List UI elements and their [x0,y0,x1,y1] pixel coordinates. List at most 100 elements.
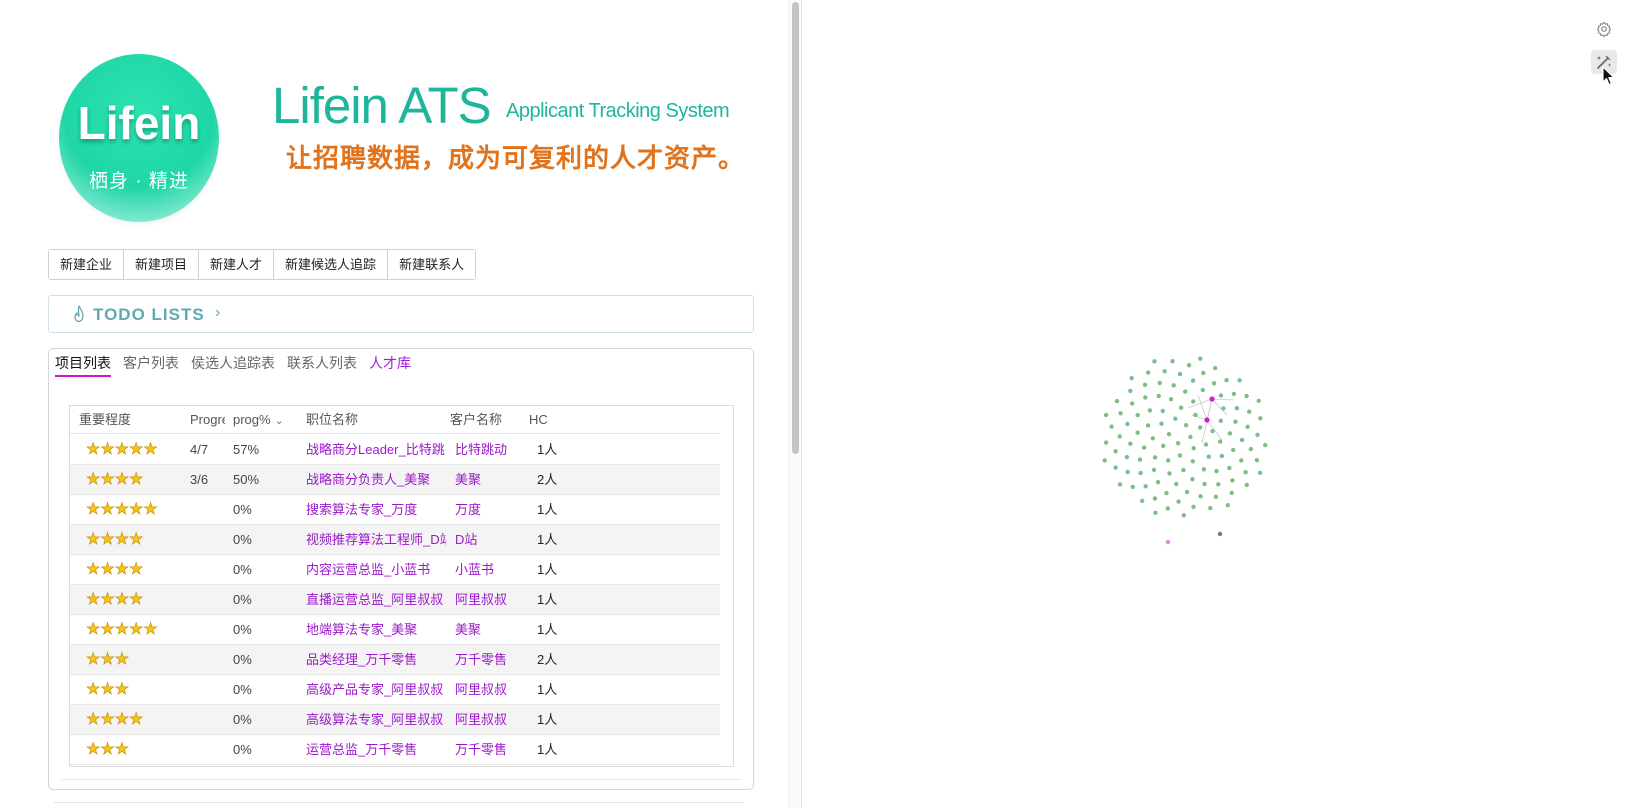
client-name-link[interactable]: 阿里叔叔 [455,585,527,614]
header-prog-pct[interactable]: prog% ⌄ [233,406,303,433]
graph-node[interactable] [1219,453,1225,459]
graph-node[interactable] [1151,467,1157,473]
graph-node[interactable] [1231,391,1237,397]
graph-node[interactable] [1243,470,1248,475]
graph-node[interactable] [1152,455,1158,460]
graph-node[interactable] [1142,382,1148,387]
graph-node[interactable] [1256,398,1261,403]
graph-node[interactable] [1193,412,1198,418]
graph-node[interactable] [1201,467,1207,472]
job-title-link[interactable]: 内容运营总监_小蓝书 [306,555,446,584]
graph-node[interactable] [1254,458,1260,463]
graph-node[interactable] [1213,494,1219,499]
graph-node[interactable] [1200,387,1205,393]
table-row[interactable]: ★★★★ 0% 视频推荐算法工程师_D站 D站 1人 [70,525,720,555]
graph-node[interactable] [1181,513,1186,518]
graph-node[interactable] [1167,471,1172,476]
client-name-link[interactable]: 比特跳动 [455,435,527,464]
header-progress[interactable]: Progre [190,406,225,433]
job-title-link[interactable]: 运营总监_万千零售 [306,735,446,764]
graph-node[interactable] [1170,359,1175,364]
table-row[interactable]: ★★★★ 0% 内容运营总监_小蓝书 小蓝书 1人 [70,555,720,585]
graph-node[interactable] [1225,503,1230,508]
graph-node[interactable] [1166,432,1172,437]
graph-node[interactable] [1118,411,1123,416]
graph-node[interactable] [1210,428,1215,434]
graph-node[interactable] [1255,432,1260,437]
new-candidate-tracking-button[interactable]: 新建候选人追踪 [274,250,389,279]
todo-lists-toggle[interactable]: TODO LISTS › [48,295,754,333]
graph-node[interactable] [1159,421,1164,426]
tab-candidate-tracking[interactable]: 侯选人追踪表 [191,355,275,377]
graph-node[interactable] [1140,498,1145,504]
graph-node[interactable] [1135,430,1140,435]
table-row[interactable]: ★★★ 0% 品类经理_万千零售 万千零售 2人 [70,645,720,675]
graph-node[interactable] [1201,370,1206,376]
client-name-link[interactable]: 阿里叔叔 [455,675,527,704]
graph-node[interactable] [1129,376,1134,381]
client-name-link[interactable]: 万度 [455,495,527,524]
graph-node[interactable] [1244,393,1249,399]
table-row[interactable]: ★★★★★ 4/7 57% 战略商分Leader_比特跳 比特跳动 1人 [70,435,720,465]
graph-node[interactable] [1211,381,1217,386]
graph-node[interactable] [1143,484,1148,489]
new-company-button[interactable]: 新建企业 [49,250,125,279]
graph-hub-node[interactable] [1209,396,1215,402]
graph-node[interactable] [1191,399,1196,404]
graph-node[interactable] [1152,496,1158,501]
graph-node[interactable] [1186,363,1192,368]
graph-node[interactable] [1130,484,1135,490]
graph-node[interactable] [1150,436,1156,441]
graph-node[interactable] [1160,408,1165,414]
job-title-link[interactable]: 高级产品专家_阿里叔叔 [306,675,446,704]
graph-node[interactable] [1155,480,1161,485]
graph-node[interactable] [1217,531,1223,537]
table-row[interactable]: ★★★★ 0% 高级算法专家_阿里叔叔 阿里叔叔 1人 [70,705,720,735]
graph-node[interactable] [1173,416,1178,421]
job-title-link[interactable]: 直播运营总监_阿里叔叔 [306,585,446,614]
graph-node[interactable] [1191,446,1196,451]
graph-node[interactable] [1153,510,1158,515]
graph-node[interactable] [1124,454,1130,460]
graph-hub-node[interactable] [1204,417,1210,423]
graph-node[interactable] [1125,469,1130,475]
graph-node[interactable] [1190,477,1195,482]
graph-node[interactable] [1147,408,1153,413]
graph-node[interactable] [1224,378,1229,383]
graph-node[interactable] [1190,378,1196,383]
graph-node[interactable] [1229,490,1234,496]
scrollbar-thumb[interactable] [792,2,799,454]
graph-node[interactable] [1198,425,1203,430]
client-name-link[interactable]: 万千零售 [455,645,527,674]
graph-node[interactable] [1128,441,1133,446]
client-name-link[interactable]: 美聚 [455,465,527,494]
graph-node[interactable] [1198,356,1203,361]
graph-node[interactable] [1156,393,1161,399]
graph-node[interactable] [1162,369,1167,374]
settings-button[interactable] [1593,18,1615,40]
graph-node[interactable] [1237,378,1242,383]
graph-node[interactable] [1244,482,1249,488]
graph-node[interactable] [1208,505,1213,511]
job-title-link[interactable]: 战略商分Leader_比特跳 [306,435,446,464]
network-graph[interactable] [802,0,1627,808]
new-contact-button[interactable]: 新建联系人 [388,250,476,279]
header-importance[interactable]: 重要程度 [79,406,189,433]
graph-node[interactable] [1230,478,1235,483]
table-row[interactable]: ★★★★ 3/6 50% 战略商分负责人_美聚 美聚 2人 [70,465,720,495]
graph-node[interactable] [1183,423,1189,428]
graph-node[interactable] [1216,482,1221,487]
table-row[interactable]: ★★★★★ 0% 地端算法专家_美聚 美聚 1人 [70,615,720,645]
graph-node[interactable] [1227,431,1233,436]
left-pane-scrollbar[interactable] [788,0,802,808]
graph-node[interactable] [1157,380,1162,386]
graph-node[interactable] [1109,424,1114,429]
tab-contact-list[interactable]: 联系人列表 [287,355,357,377]
client-name-link[interactable]: 小蓝书 [455,555,527,584]
graph-node[interactable] [1166,458,1171,463]
graph-node[interactable] [1263,442,1268,448]
graph-node[interactable] [1137,457,1143,462]
graph-node[interactable] [1146,370,1151,375]
graph-node[interactable] [1239,437,1245,443]
graph-node[interactable] [1161,443,1166,448]
